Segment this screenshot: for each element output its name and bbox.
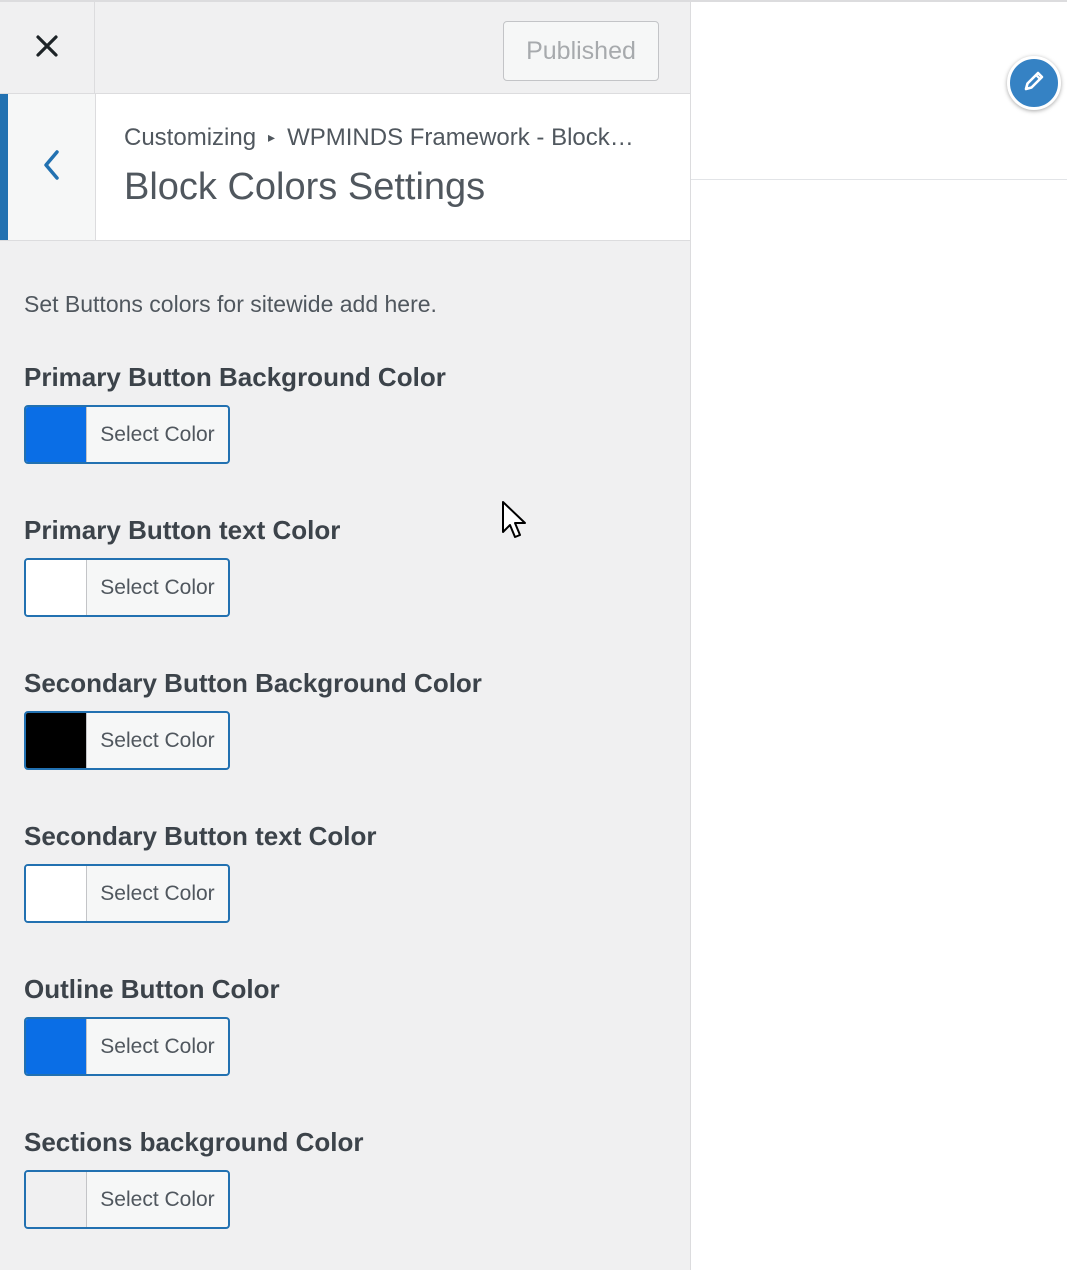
color-control-outline: Outline Button Color Select Color <box>24 974 644 1076</box>
color-swatch <box>26 1172 87 1227</box>
control-label: Secondary Button Background Color <box>24 668 482 698</box>
select-color-button[interactable]: Select Color <box>24 864 230 923</box>
select-color-button[interactable]: Select Color <box>24 711 230 770</box>
color-swatch <box>26 407 87 462</box>
close-button[interactable] <box>0 2 95 94</box>
select-color-button[interactable]: Select Color <box>24 1170 230 1229</box>
back-button[interactable] <box>0 94 96 240</box>
select-color-button[interactable]: Select Color <box>24 405 230 464</box>
color-swatch <box>26 1019 87 1074</box>
publish-button[interactable]: Published <box>503 21 659 81</box>
breadcrumb: Customizing ▸ WPMINDS Framework - Block… <box>124 124 634 152</box>
select-color-button[interactable]: Select Color <box>24 1017 230 1076</box>
color-swatch <box>26 866 87 921</box>
control-label: Primary Button Background Color <box>24 362 446 392</box>
section-description: Set Buttons colors for sitewide add here… <box>24 291 437 317</box>
select-color-label: Select Color <box>100 575 215 599</box>
control-label: Secondary Button text Color <box>24 821 377 851</box>
mouse-pointer-icon <box>501 500 529 542</box>
color-control-primary-text: Primary Button text Color Select Color <box>24 515 644 617</box>
customizer-header: Published <box>0 0 690 94</box>
color-control-secondary-text: Secondary Button text Color Select Color <box>24 821 644 923</box>
edit-shortcut-button[interactable] <box>1007 56 1061 110</box>
color-control-secondary-bg: Secondary Button Background Color Select… <box>24 668 644 770</box>
control-label: Primary Button text Color <box>24 515 341 545</box>
control-label: Outline Button Color <box>24 974 280 1004</box>
customizer-sidebar: Published Customizing ▸ WPMINDS Framework … <box>0 0 691 1270</box>
section-header: Customizing ▸ WPMINDS Framework - Block… B… <box>0 94 690 241</box>
select-color-button[interactable]: Select Color <box>24 558 230 617</box>
pencil-icon <box>1021 68 1047 99</box>
chevron-left-icon <box>42 149 62 186</box>
site-preview[interactable] <box>691 0 1067 1270</box>
control-label: Sections background Color <box>24 1127 364 1157</box>
select-color-label: Select Color <box>100 422 215 446</box>
section-title: Block Colors Settings <box>124 166 486 208</box>
select-color-label: Select Color <box>100 881 215 905</box>
color-control-sections-bg: Sections background Color Select Color <box>24 1127 644 1229</box>
preview-top-border <box>691 0 1067 2</box>
close-icon <box>35 34 59 63</box>
breadcrumb-separator: ▸ <box>268 129 276 145</box>
color-control-primary-bg: Primary Button Background Color Select C… <box>24 362 644 464</box>
color-swatch <box>26 713 87 768</box>
color-swatch <box>26 560 87 615</box>
select-color-label: Select Color <box>100 1034 215 1058</box>
select-color-label: Select Color <box>100 1187 215 1211</box>
breadcrumb-root: Customizing <box>124 124 257 151</box>
breadcrumb-panel: WPMINDS Framework - Block… <box>287 124 634 151</box>
preview-header-divider <box>691 179 1067 180</box>
select-color-label: Select Color <box>100 728 215 752</box>
